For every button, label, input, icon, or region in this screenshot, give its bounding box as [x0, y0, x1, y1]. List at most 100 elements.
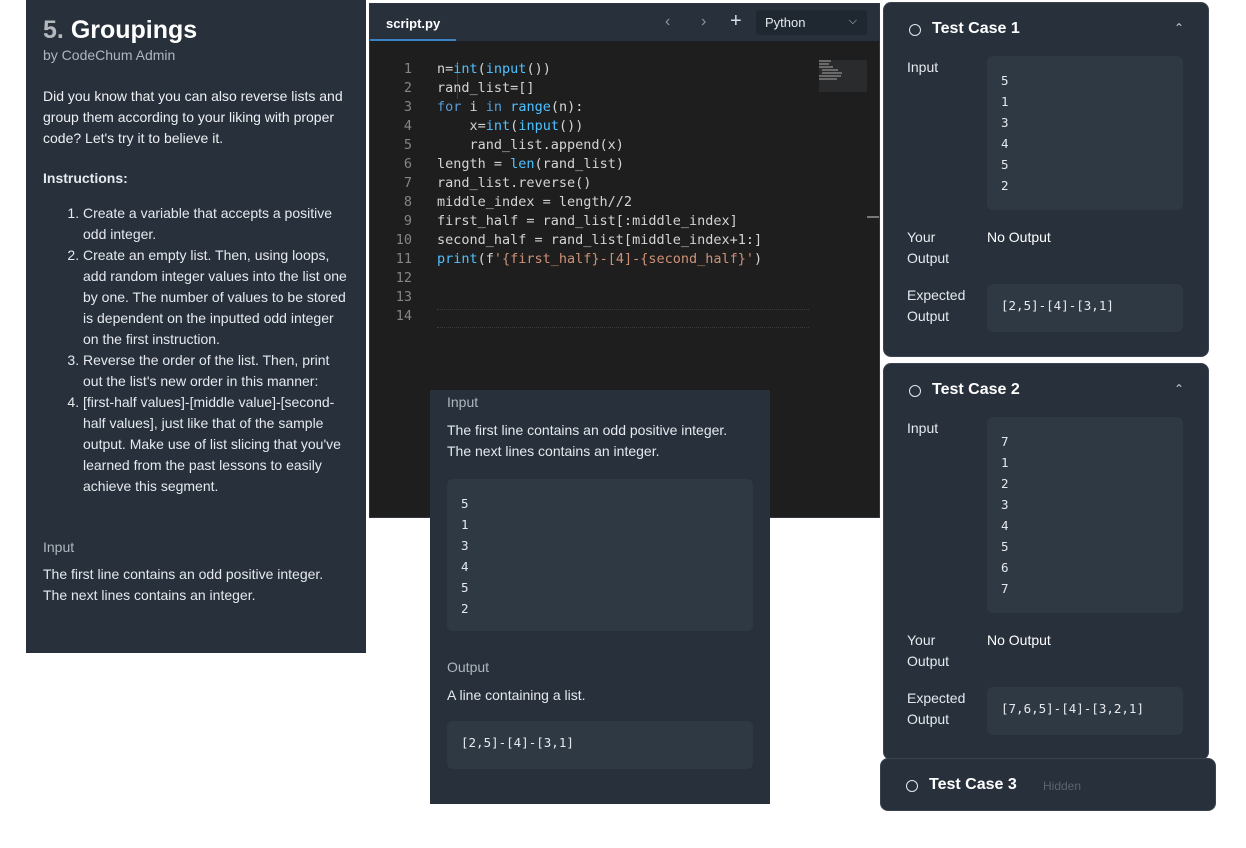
instruction-item: [first-half values]-[middle value]-[seco…	[83, 392, 349, 497]
sample-input-line: 2	[461, 601, 469, 616]
test-case-expected-value: [7,6,5]-[4]-[3,2,1]	[1001, 701, 1144, 716]
input-description: The first line contains an odd positive …	[447, 422, 728, 459]
test-case-2: Test Case 2 ⌃ Input 7 1 2 3 4 5 6 7 Your…	[883, 363, 1209, 760]
line-number: 3	[403, 99, 412, 115]
test-case-input-label: Input	[907, 59, 939, 75]
test-case-input-line: 3	[1001, 115, 1009, 130]
instruction-item: Reverse the order of the list. Then, pri…	[83, 350, 349, 392]
circle-icon	[906, 780, 918, 792]
instructions-heading: Instructions:	[43, 170, 128, 186]
test-case-your-output: No Output	[987, 229, 1051, 245]
line-number: 9	[403, 213, 412, 229]
problem-number: 5.	[43, 16, 64, 44]
line-number: 14	[395, 308, 412, 324]
test-case-3[interactable]: Test Case 3 Hidden	[880, 758, 1216, 811]
code-line: 1 n=int(input())	[370, 60, 810, 79]
test-case-header[interactable]: Test Case 2 ⌃	[884, 364, 1208, 416]
sample-input-box: 5 1 3 4 5 2	[447, 479, 753, 631]
language-select-value: Python	[765, 15, 806, 30]
test-case-title: Test Case 3	[929, 776, 1017, 793]
code-line: 11 print(f'{first_half}-[4]-{second_half}…	[370, 250, 810, 269]
code-line: 13	[370, 288, 810, 307]
code-line: 10 second_half = rand_list[middle_index+1…	[370, 231, 810, 250]
test-case-expected-value: [2,5]-[4]-[3,1]	[1001, 298, 1114, 313]
line-number: 2	[403, 80, 412, 96]
code-area[interactable]: 1 n=int(input()) 2 rand_list=[] 3 for i in …	[370, 60, 810, 326]
problem-panel: 5. Groupings by CodeChum Admin Did you k…	[26, 0, 366, 653]
problem-name: Groupings	[70, 16, 198, 44]
circle-icon	[909, 24, 921, 36]
sample-input-line: 5	[461, 496, 469, 511]
input-section-label: Input	[43, 539, 75, 555]
sample-input-line: 3	[461, 538, 469, 553]
line-number: 5	[403, 137, 412, 153]
instruction-item: Create an empty list. Then, using loops,…	[83, 245, 349, 350]
chevron-right-icon[interactable]: ›	[701, 13, 706, 31]
sample-io-panel: Input The first line contains an odd pos…	[430, 390, 770, 804]
test-case-input-line: 4	[1001, 136, 1009, 151]
test-case-header[interactable]: Test Case 3 Hidden	[881, 759, 1215, 811]
instruction-item: Create a variable that accepts a positiv…	[83, 203, 349, 245]
tab-script-py[interactable]: script.py	[370, 4, 456, 41]
test-case-title: Test Case 2	[932, 381, 1020, 398]
input-section-text: The first line contains an odd positive …	[43, 566, 324, 603]
output-description: A line containing a list.	[447, 687, 586, 703]
test-case-expected-label: Expected Output	[907, 690, 966, 727]
test-case-input-line: 4	[1001, 518, 1009, 533]
test-case-input-line: 3	[1001, 497, 1009, 512]
chevron-up-icon[interactable]: ⌃	[1174, 21, 1184, 35]
editor-tabbar: script.py ‹ › + Python ⌵	[370, 4, 879, 42]
sample-output-value: [2,5]-[4]-[3,1]	[461, 735, 574, 750]
code-line: 9 first_half = rand_list[:middle_index]	[370, 212, 810, 231]
test-case-input-label: Input	[907, 420, 939, 436]
test-case-input-line: 1	[1001, 94, 1009, 109]
code-line: 12	[370, 269, 810, 288]
line-number: 1	[403, 61, 412, 77]
code-line: 5 rand_list.append(x)	[370, 136, 810, 155]
chevron-left-icon[interactable]: ‹	[665, 13, 670, 31]
test-case-input-line: 1	[1001, 455, 1009, 470]
language-select[interactable]: Python ⌵	[756, 10, 867, 35]
problem-title: 5. Groupings	[43, 16, 349, 45]
sample-input-line: 4	[461, 559, 469, 574]
line-number: 7	[403, 175, 412, 191]
test-case-input-line: 2	[1001, 476, 1009, 491]
code-line: 3 for i in range(n):	[370, 98, 810, 117]
test-case-your-output: No Output	[987, 632, 1051, 648]
test-case-input-line: 6	[1001, 560, 1009, 575]
problem-description: Did you know that you can also reverse l…	[43, 88, 343, 146]
code-line: 2 rand_list=[]	[370, 79, 810, 98]
sample-output-box: [2,5]-[4]-[3,1]	[447, 721, 753, 769]
test-case-input-box: 7 1 2 3 4 5 6 7	[987, 417, 1183, 613]
test-case-input-line: 7	[1001, 434, 1009, 449]
code-line: 8 middle_index = length//2	[370, 193, 810, 212]
output-label: Output	[447, 659, 490, 675]
scrollbar-marker[interactable]	[867, 216, 879, 218]
problem-author: by CodeChum Admin	[43, 47, 176, 63]
test-case-input-line: 5	[1001, 73, 1009, 88]
code-line: 4 x=int(input())	[370, 117, 810, 136]
instructions-list: Create a variable that accepts a positiv…	[43, 203, 349, 497]
line-number: 13	[395, 289, 412, 305]
circle-icon	[909, 385, 921, 397]
test-case-input-line: 5	[1001, 157, 1009, 172]
input-label: Input	[447, 394, 479, 410]
hidden-badge: Hidden	[1043, 779, 1082, 793]
code-line: 7 rand_list.reverse()	[370, 174, 810, 193]
test-case-input-box: 5 1 3 4 5 2	[987, 56, 1183, 210]
test-case-expected-label: Expected Output	[907, 287, 966, 324]
test-case-your-output-label: Your Output	[907, 229, 950, 266]
test-case-expected-box: [7,6,5]-[4]-[3,2,1]	[987, 687, 1183, 735]
line-number: 8	[403, 194, 412, 210]
test-case-header[interactable]: Test Case 1 ⌃	[884, 3, 1208, 55]
sample-input-line: 5	[461, 580, 469, 595]
line-number: 4	[403, 118, 412, 134]
test-case-1: Test Case 1 ⌃ Input 5 1 3 4 5 2 Your Out…	[883, 2, 1209, 357]
chevron-up-icon[interactable]: ⌃	[1174, 382, 1184, 396]
plus-icon[interactable]: +	[730, 10, 742, 33]
line-number: 11	[395, 251, 412, 267]
code-line: 14	[370, 307, 810, 326]
test-case-your-output-label: Your Output	[907, 632, 950, 669]
minimap[interactable]	[819, 60, 867, 90]
test-case-title: Test Case 1	[932, 20, 1020, 37]
